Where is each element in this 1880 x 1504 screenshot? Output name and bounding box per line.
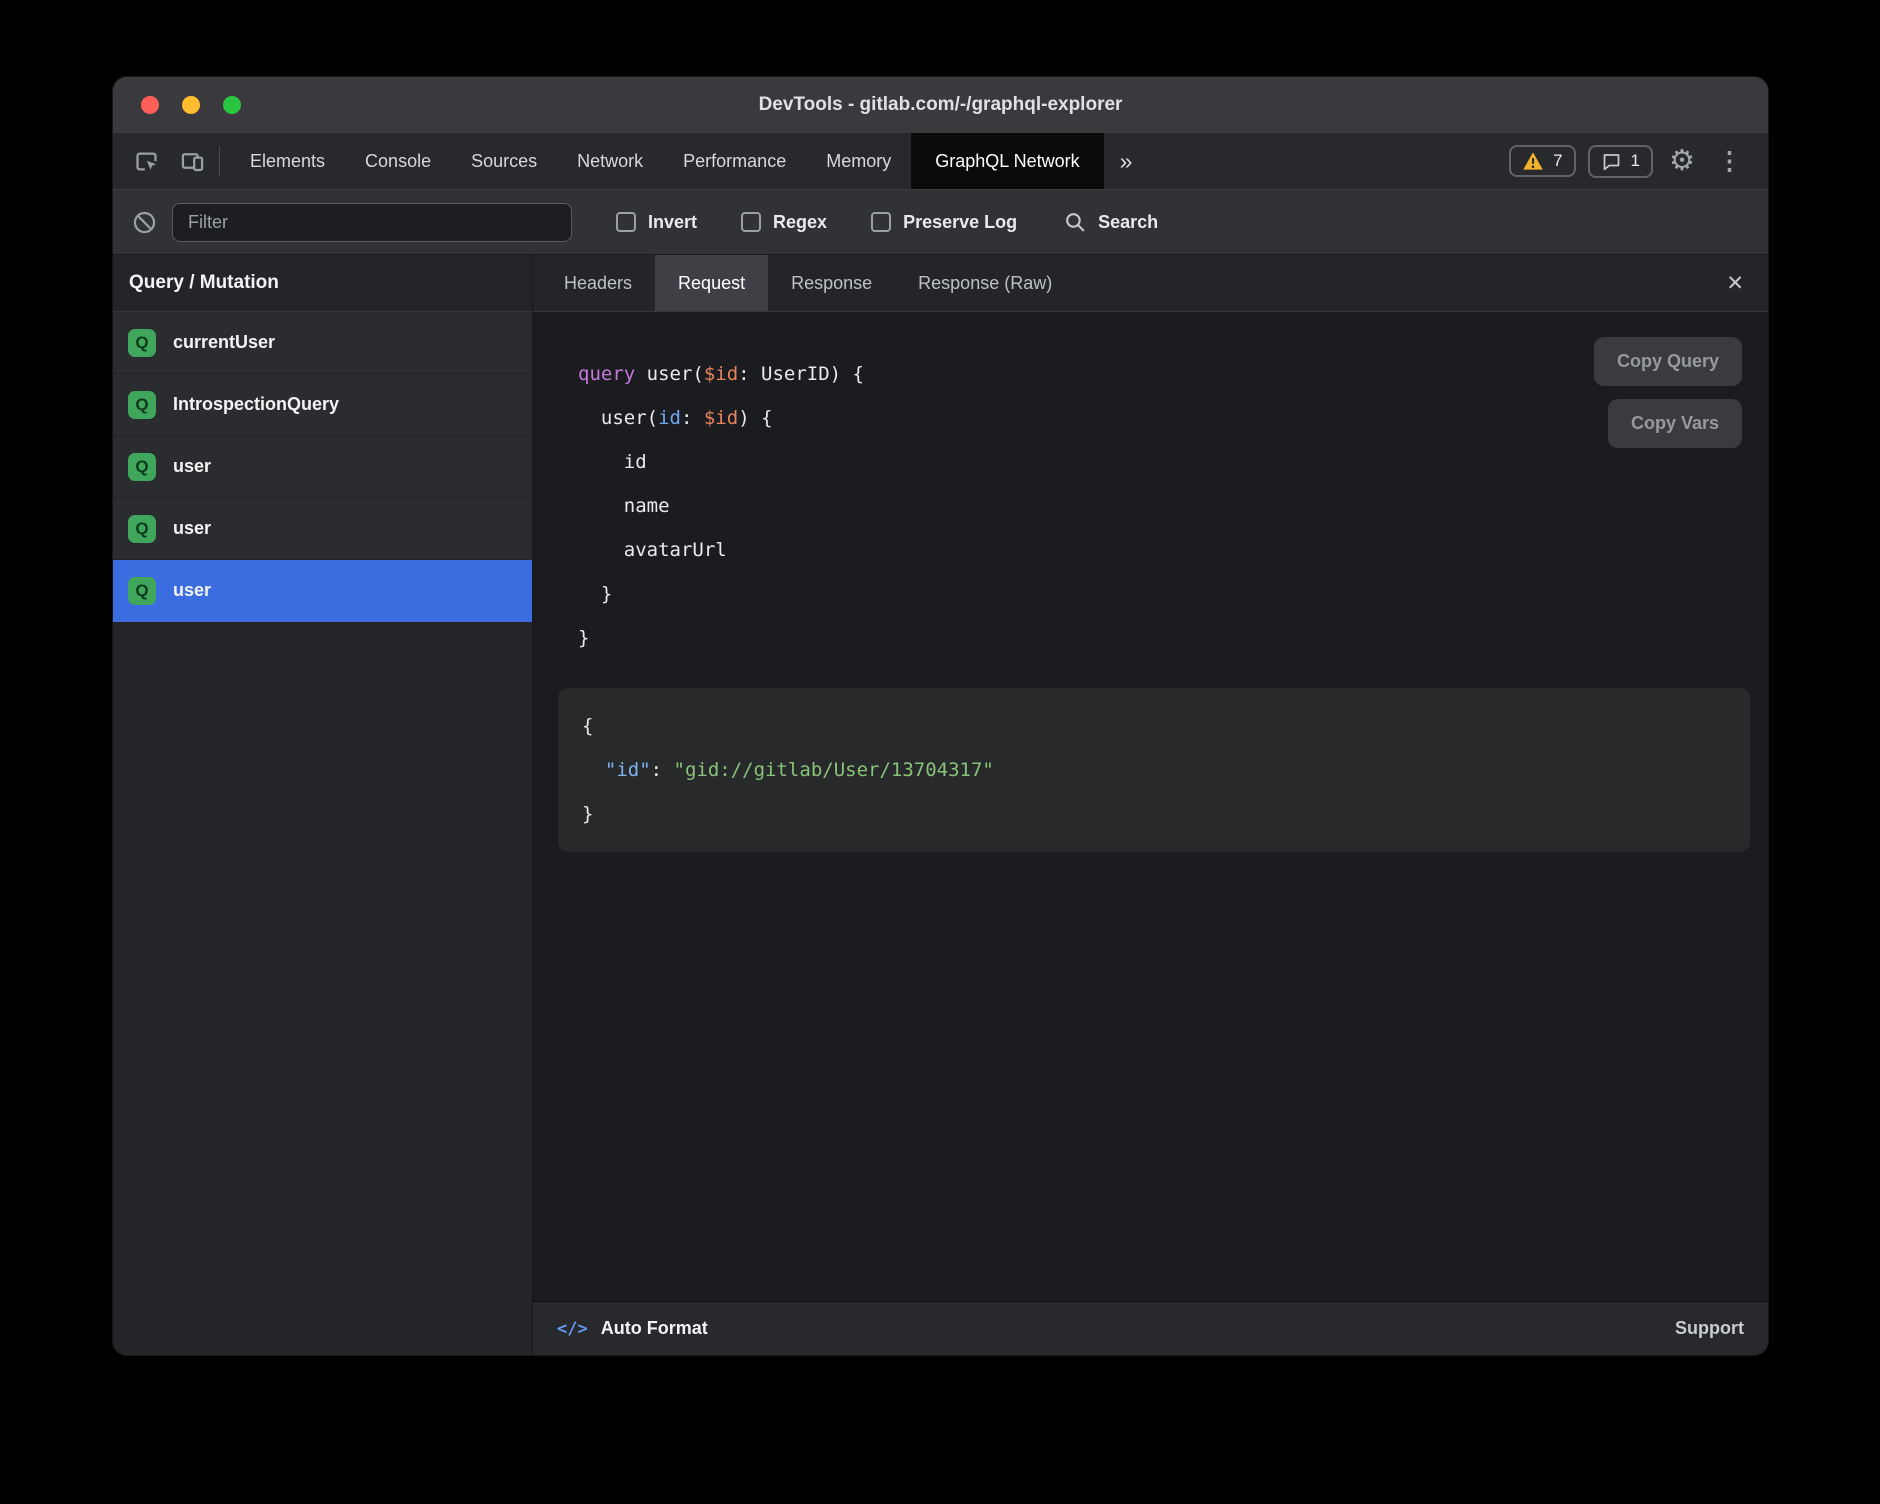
- preserve-log-label: Preserve Log: [903, 212, 1017, 233]
- search-icon: [1063, 210, 1088, 235]
- window-title: DevTools - gitlab.com/-/graphql-explorer: [759, 94, 1123, 116]
- tab-graphql-network[interactable]: GraphQL Network: [911, 133, 1103, 189]
- titlebar: DevTools - gitlab.com/-/graphql-explorer: [113, 77, 1768, 133]
- query-type-badge: Q: [128, 391, 156, 419]
- toolbar-divider: [219, 146, 220, 176]
- copy-query-button[interactable]: Copy Query: [1594, 337, 1742, 386]
- sidebar-item-introspectionquery[interactable]: Q IntrospectionQuery: [113, 374, 532, 436]
- issues-count: 1: [1631, 151, 1640, 171]
- close-panel-icon[interactable]: ✕: [1726, 273, 1744, 294]
- kebab-menu-icon[interactable]: ⋮: [1711, 149, 1748, 174]
- close-window-button[interactable]: [141, 96, 159, 114]
- query-name: user: [173, 518, 211, 539]
- request-body: Copy Query Copy Vars query user($id: Use…: [533, 312, 1768, 1301]
- query-name: user: [173, 456, 211, 477]
- query-name: currentUser: [173, 332, 275, 353]
- settings-gear-icon[interactable]: ⚙: [1665, 147, 1699, 176]
- filter-toolbar: Invert Regex Preserve Log Search: [113, 190, 1768, 255]
- traffic-lights: [141, 77, 241, 133]
- code-brackets-icon: </>: [557, 1319, 588, 1339]
- devtools-window: DevTools - gitlab.com/-/graphql-explorer…: [113, 77, 1768, 1355]
- sidebar-item-user-2[interactable]: Q user: [113, 498, 532, 560]
- more-tabs-chevron-icon[interactable]: »: [1104, 133, 1149, 189]
- warnings-badge[interactable]: 7: [1509, 145, 1575, 177]
- query-type-badge: Q: [128, 329, 156, 357]
- detail-tabbar: Headers Request Response Response (Raw) …: [533, 255, 1768, 312]
- block-clear-icon[interactable]: [131, 209, 158, 236]
- auto-format-button[interactable]: Auto Format: [601, 1318, 708, 1339]
- query-type-badge: Q: [128, 515, 156, 543]
- invert-checkbox[interactable]: [616, 212, 636, 232]
- copy-vars-button[interactable]: Copy Vars: [1608, 399, 1742, 448]
- tab-memory[interactable]: Memory: [806, 133, 911, 189]
- support-link[interactable]: Support: [1675, 1318, 1744, 1339]
- invert-checkbox-group[interactable]: Invert: [616, 212, 697, 233]
- request-detail-panel: Headers Request Response Response (Raw) …: [533, 255, 1768, 1355]
- tab-response[interactable]: Response: [768, 255, 895, 311]
- query-type-badge: Q: [128, 577, 156, 605]
- message-bubble-icon: [1601, 151, 1622, 172]
- device-toolbar-icon[interactable]: [169, 140, 215, 182]
- zoom-window-button[interactable]: [223, 96, 241, 114]
- sidebar-header: Query / Mutation: [113, 255, 532, 312]
- tab-network[interactable]: Network: [557, 133, 663, 189]
- query-name: IntrospectionQuery: [173, 394, 339, 415]
- graphql-query-code: query user($id: UserID) { user(id: $id) …: [578, 352, 1750, 660]
- tab-sources[interactable]: Sources: [451, 133, 557, 189]
- sidebar-item-user-3-selected[interactable]: Q user: [113, 560, 532, 622]
- search-button[interactable]: Search: [1063, 210, 1158, 235]
- tab-elements[interactable]: Elements: [230, 133, 345, 189]
- query-list-sidebar: Query / Mutation Q currentUser Q Introsp…: [113, 255, 533, 1355]
- preserve-log-checkbox[interactable]: [871, 212, 891, 232]
- minimize-window-button[interactable]: [182, 96, 200, 114]
- invert-label: Invert: [648, 212, 697, 233]
- panel-footer: </> Auto Format Support: [533, 1301, 1768, 1355]
- tab-response-raw[interactable]: Response (Raw): [895, 255, 1075, 311]
- sidebar-item-user-1[interactable]: Q user: [113, 436, 532, 498]
- tab-headers[interactable]: Headers: [541, 255, 655, 311]
- tab-performance[interactable]: Performance: [663, 133, 806, 189]
- query-variables-box: { "id": "gid://gitlab/User/13704317"}: [558, 688, 1750, 852]
- regex-checkbox[interactable]: [741, 212, 761, 232]
- query-variables-code: { "id": "gid://gitlab/User/13704317"}: [582, 704, 1726, 836]
- tab-console[interactable]: Console: [345, 133, 451, 189]
- query-name: user: [173, 580, 211, 601]
- preserve-log-checkbox-group[interactable]: Preserve Log: [871, 212, 1017, 233]
- tabbar-right-cluster: 7 1 ⚙ ⋮: [1509, 145, 1768, 178]
- regex-label: Regex: [773, 212, 827, 233]
- filter-input[interactable]: [172, 203, 572, 242]
- search-label: Search: [1098, 212, 1158, 233]
- regex-checkbox-group[interactable]: Regex: [741, 212, 827, 233]
- inspect-element-icon[interactable]: [123, 140, 169, 182]
- warning-triangle-icon: [1522, 151, 1544, 171]
- copy-buttons: Copy Query Copy Vars: [1594, 337, 1742, 448]
- devtools-tabbar: Elements Console Sources Network Perform…: [113, 133, 1768, 190]
- tab-request[interactable]: Request: [655, 255, 768, 311]
- warning-count: 7: [1553, 151, 1562, 171]
- content-area: Query / Mutation Q currentUser Q Introsp…: [113, 255, 1768, 1355]
- sidebar-item-currentuser[interactable]: Q currentUser: [113, 312, 532, 374]
- query-type-badge: Q: [128, 453, 156, 481]
- issues-badge[interactable]: 1: [1588, 145, 1653, 178]
